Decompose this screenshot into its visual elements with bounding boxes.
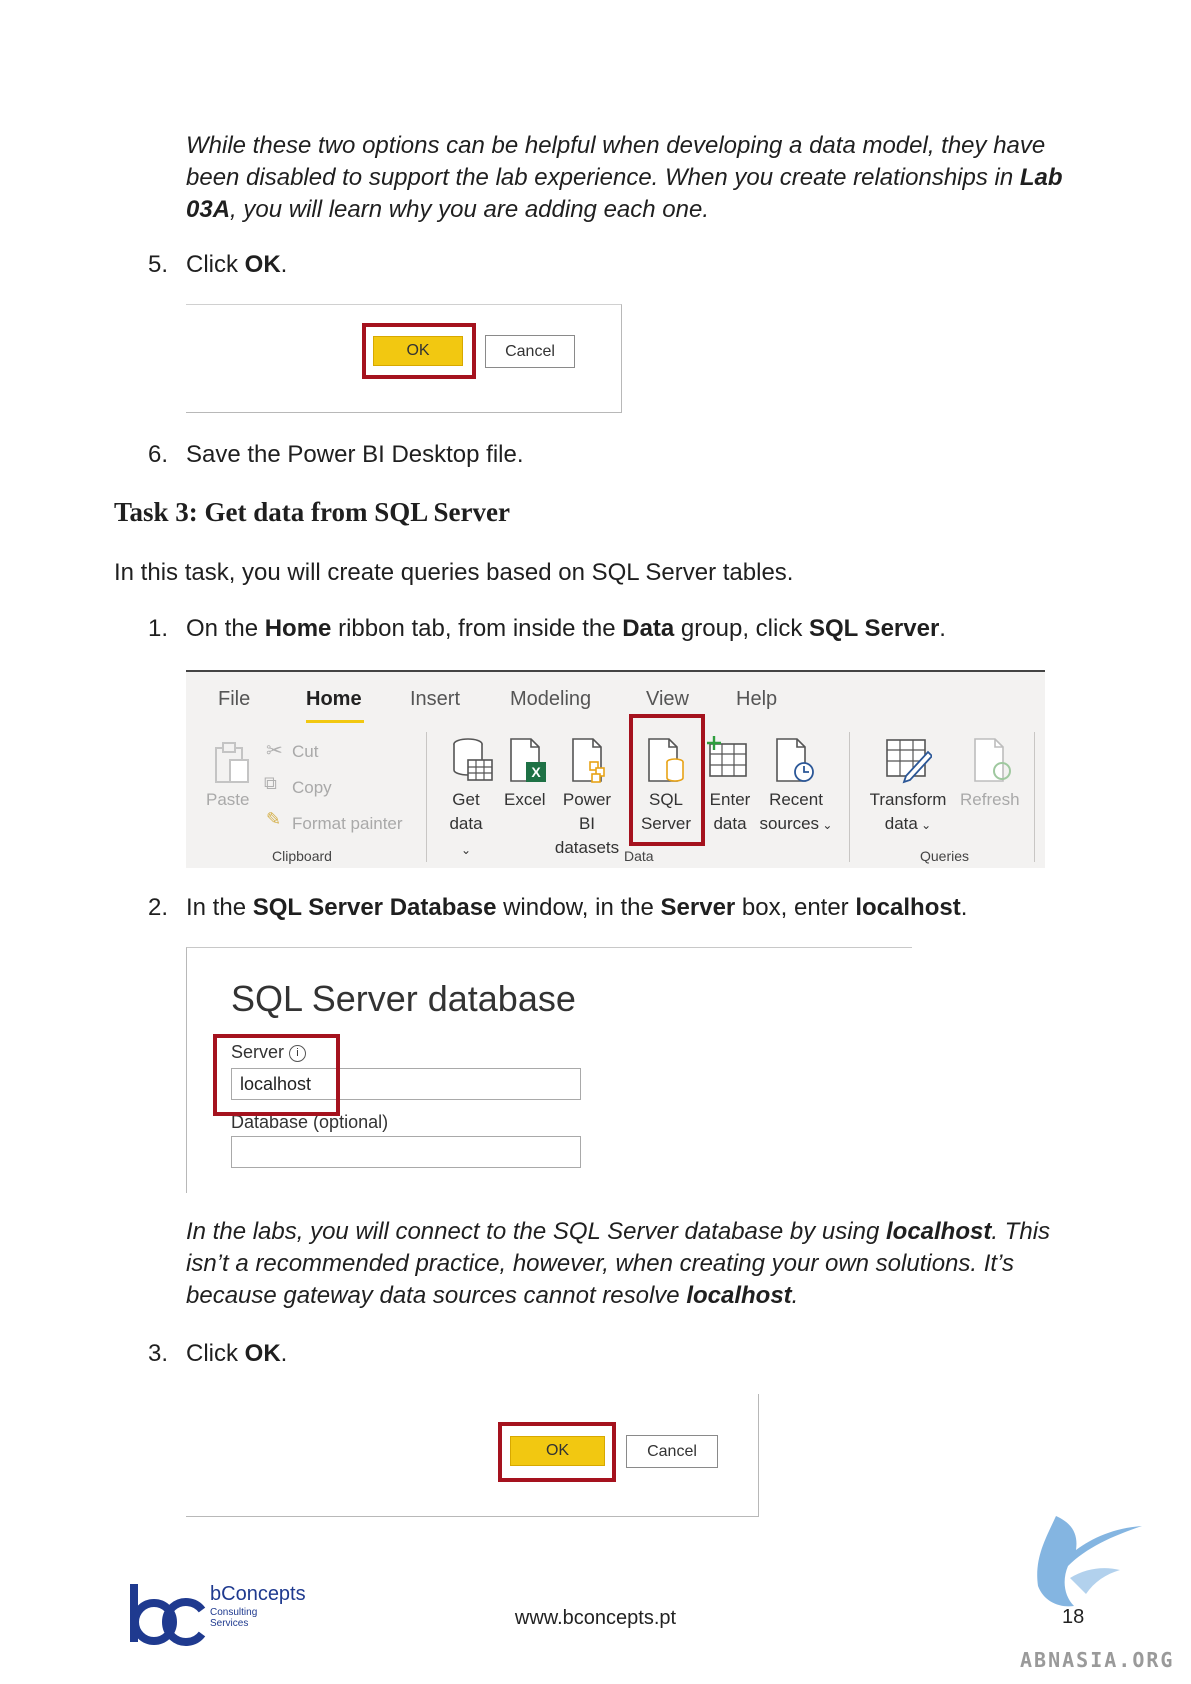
tab-modeling[interactable]: Modeling [510,688,591,711]
step-2-text: In the SQL Server Database window, in th… [186,894,968,921]
step-1-number: 1. [147,615,168,642]
svg-text:X: X [531,764,541,780]
chevron-down-icon: ⌄ [917,818,932,832]
highlight-box [362,323,476,379]
step-3-number: 3. [147,1340,168,1367]
watermark-text: ABNASIA.ORG [1020,1648,1175,1672]
chevron-down-icon: ⌄ [460,843,472,857]
step-1-text: On the Home ribbon tab, from inside the … [186,615,946,642]
step-6-text: Save the Power BI Desktop file. [186,441,524,468]
task-3-intro: In this task, you will create queries ba… [114,559,794,586]
format-painter-button[interactable]: Format painter [292,812,403,836]
get-data-button[interactable]: Get data ⌄ [444,788,488,862]
note-paragraph-1: While these two options can be helpful w… [186,132,1063,223]
recent-sources-button[interactable]: Recent sources ⌄ [758,788,834,837]
tab-help[interactable]: Help [736,688,777,711]
clipboard-group-label: Clipboard [272,848,332,864]
step-2-number: 2. [147,894,168,921]
refresh-button[interactable]: Refresh [960,788,1020,812]
step-6-number: 6. [147,441,168,468]
paste-button[interactable]: Paste [206,788,249,812]
copy-icon: ⧉ [264,773,277,793]
highlight-box [629,714,705,846]
cancel-button[interactable]: Cancel [626,1435,718,1468]
get-data-icon [450,736,494,789]
footer-url: www.bconcepts.pt [514,1607,677,1629]
step-3-text: Click OK. [186,1340,288,1367]
cut-icon: ✂ [266,740,283,762]
power-bi-datasets-icon [570,736,610,789]
tab-home[interactable]: Home [306,688,362,711]
step-5-number: 5. [147,251,168,278]
page-number: 18 [1062,1606,1085,1628]
step-5-text: Click OK. [186,251,288,278]
copy-button[interactable]: Copy [292,776,332,800]
queries-group-label: Queries [920,848,970,864]
dialog-title: SQL Server database [231,978,576,1019]
cancel-button[interactable]: Cancel [485,335,575,368]
ribbon-screenshot: File Home Insert Modeling View Help Past… [186,670,1045,868]
enter-data-icon [706,734,750,787]
format-painter-icon: ✎ [266,809,282,829]
tab-file[interactable]: File [218,688,250,711]
database-input[interactable] [231,1136,581,1168]
highlight-box [498,1422,616,1482]
cut-button[interactable]: Cut [292,740,318,764]
highlight-box [213,1034,340,1116]
note-paragraph-2: In the labs, you will connect to the SQL… [186,1218,1051,1309]
tab-view[interactable]: View [646,688,689,711]
ok-cancel-snippet-1: OK Cancel [186,304,622,413]
transform-data-icon [884,736,934,789]
brand-name: bConcepts [210,1583,306,1605]
ok-cancel-snippet-2: OK Cancel [186,1394,759,1517]
transform-data-button[interactable]: Transform data ⌄ [866,788,950,837]
active-tab-underline [306,720,364,723]
chevron-down-icon: ⌄ [819,818,833,832]
recent-sources-icon [774,736,818,789]
paste-icon [212,740,252,791]
excel-button[interactable]: Excel [504,788,546,812]
task-3-heading: Task 3: Get data from SQL Server [114,497,510,527]
power-bi-datasets-button[interactable]: Power BI datasets [554,788,620,860]
excel-icon: X [508,736,548,789]
sql-server-database-dialog: SQL Server database Server i localhost D… [186,947,912,1193]
enter-data-button[interactable]: Enter data [708,788,752,836]
refresh-icon [972,736,1016,789]
data-group-label: Data [624,848,654,864]
tab-insert[interactable]: Insert [410,688,460,711]
